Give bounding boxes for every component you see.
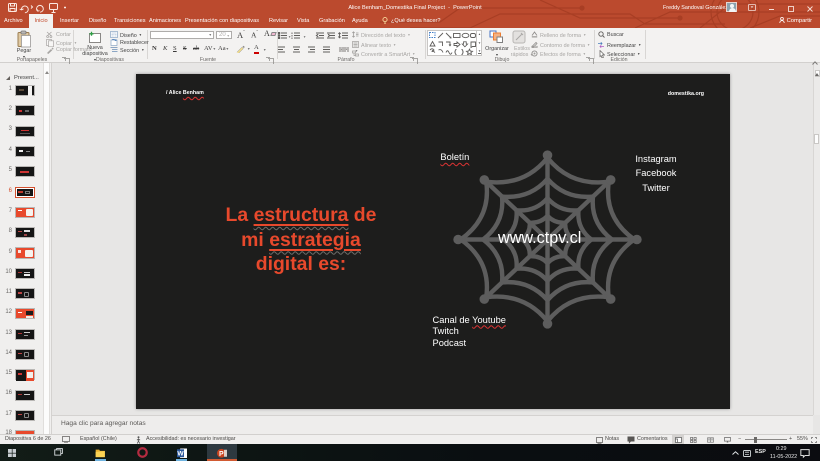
svg-text:P: P bbox=[218, 450, 223, 457]
svg-text:W: W bbox=[177, 450, 184, 457]
